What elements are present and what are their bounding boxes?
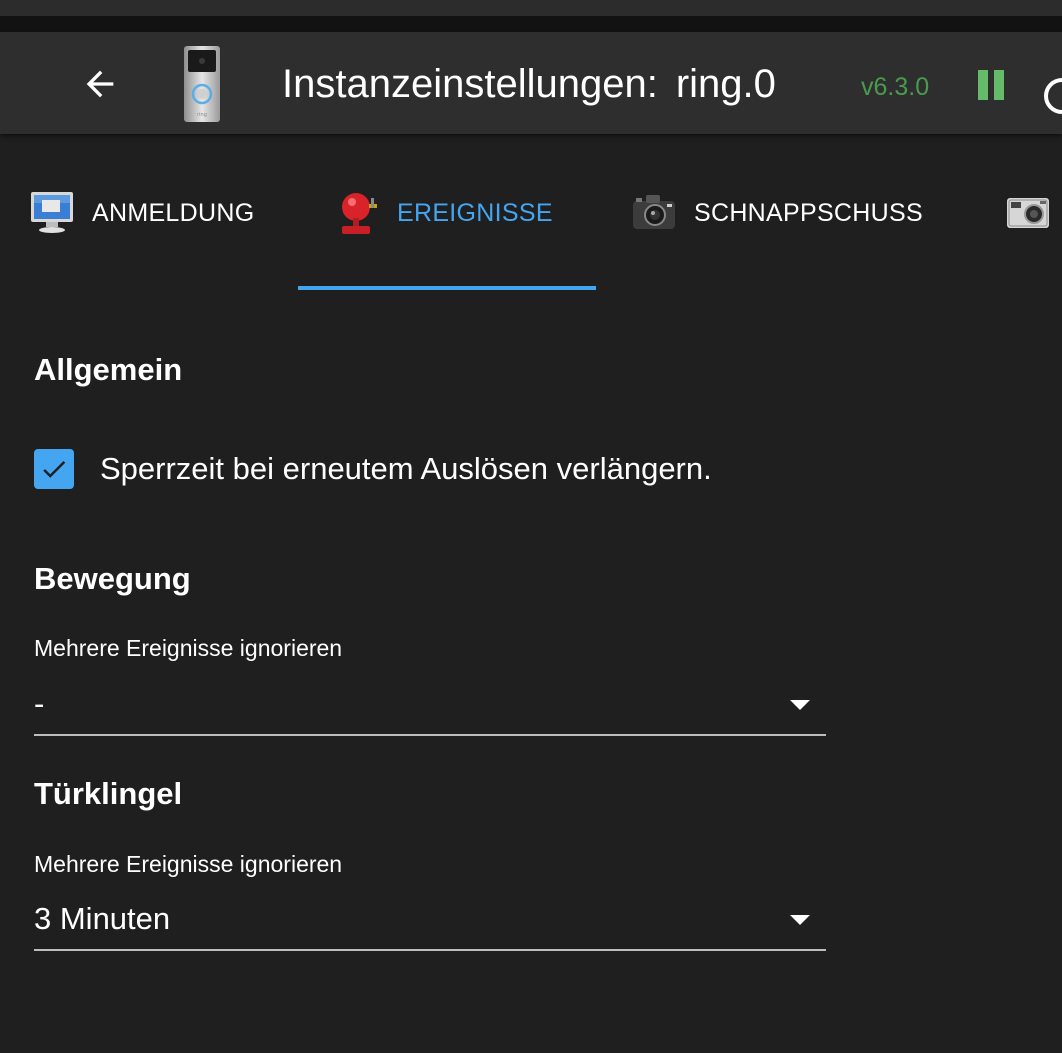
active-tab-indicator <box>298 286 596 290</box>
pause-icon-bar-right <box>994 70 1004 100</box>
tab-label: ANMELDUNG <box>92 198 255 227</box>
chevron-down-icon <box>790 700 810 710</box>
doorbell-ignore-select[interactable]: 3 Minuten <box>34 897 826 951</box>
monitor-icon <box>31 192 73 233</box>
top-strip-dark <box>0 16 1062 32</box>
section-title-tuerklingel: Türklingel <box>34 776 183 811</box>
doorbell-field-label: Mehrere Ereignisse ignorieren <box>34 851 343 877</box>
top-strip <box>0 0 1062 16</box>
motion-ignore-select[interactable]: - <box>34 682 826 736</box>
photo-camera-icon <box>1007 198 1049 228</box>
page-title: Instanzeinstellungen: ring.0 <box>282 60 776 108</box>
svg-text:ring: ring <box>197 112 207 118</box>
doorbell-select-value: 3 Minuten <box>34 901 171 936</box>
tab-ereignisse[interactable]: EREIGNISSE <box>333 134 553 292</box>
checkbox-extend-lock-time[interactable]: Sperrzeit bei erneutem Auslösen verlänge… <box>34 447 712 491</box>
version-label: v6.3.0 <box>861 73 930 101</box>
title-prefix: Instanzeinstellungen: <box>282 62 658 106</box>
ring-doorbell-logo: ring <box>184 46 220 122</box>
tab-label: SCHNAPPSCHUSS <box>694 198 923 227</box>
checkbox-label: Sperrzeit bei erneutem Auslösen verlänge… <box>100 451 712 486</box>
camera-icon <box>633 195 675 229</box>
arrow-left-icon <box>86 70 114 98</box>
tab-video[interactable] <box>1004 134 1062 292</box>
pause-icon-bar-left <box>978 70 988 100</box>
checkbox-checked[interactable] <box>34 449 74 489</box>
alarm-bell-icon <box>342 193 377 234</box>
back-button[interactable] <box>72 56 128 112</box>
check-icon <box>43 461 66 478</box>
tab-anmeldung[interactable]: ANMELDUNG <box>28 134 254 292</box>
pause-button[interactable] <box>972 68 1012 104</box>
section-title-bewegung: Bewegung <box>34 561 191 596</box>
tab-bar: ANMELDUNG EREIGNISSE SCHNAPPSCHUSS <box>0 134 1062 292</box>
tab-label: EREIGNISSE <box>397 198 553 227</box>
chevron-down-icon <box>790 915 810 925</box>
instance-name: ring.0 <box>675 62 776 106</box>
section-title-allgemein: Allgemein <box>34 352 183 387</box>
motion-select-value: - <box>34 686 45 721</box>
restart-icon <box>1044 78 1062 114</box>
restart-button[interactable] <box>1040 74 1062 114</box>
tab-schnappschuss[interactable]: SCHNAPPSCHUSS <box>630 134 923 292</box>
motion-field-label: Mehrere Ereignisse ignorieren <box>34 635 343 661</box>
app-header: ring Instanzeinstellungen: ring.0 v6.3.0 <box>0 32 1062 134</box>
